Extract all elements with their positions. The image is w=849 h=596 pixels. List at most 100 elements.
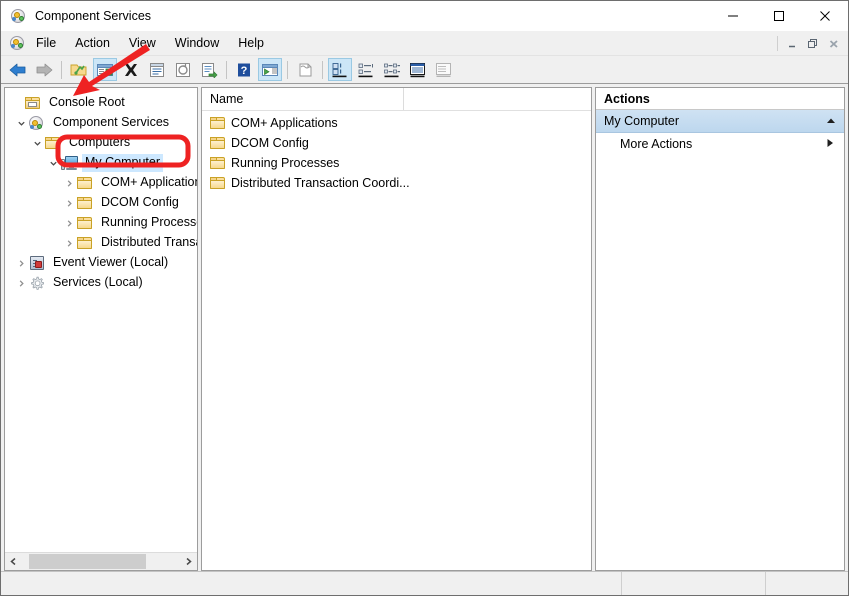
- minimize-button[interactable]: [710, 1, 756, 31]
- tree-node-services[interactable]: Services (Local): [5, 273, 197, 293]
- list-rows: COM+ Applications DCOM Config Running Pr…: [202, 111, 591, 570]
- expander-none: [9, 95, 25, 111]
- chevron-up-icon[interactable]: [826, 114, 836, 128]
- tree-node-label: DCOM Config: [101, 195, 179, 209]
- new-window-button[interactable]: [293, 58, 317, 81]
- tree-node-label: Distributed Transactio: [101, 235, 197, 249]
- component-services-icon: [10, 8, 27, 25]
- mdi-restore-button[interactable]: [803, 34, 823, 53]
- chevron-right-icon[interactable]: [13, 255, 29, 271]
- toolbar-separator-4: [322, 60, 323, 79]
- submenu-arrow-icon[interactable]: [826, 137, 834, 151]
- folder-icon: [77, 195, 94, 211]
- chevron-down-icon[interactable]: [13, 115, 29, 131]
- tree-node-console-root[interactable]: Console Root: [5, 93, 197, 113]
- tree-node-label: Computers: [69, 135, 131, 149]
- svg-text:?: ?: [241, 65, 248, 77]
- menu-item-action[interactable]: Action: [66, 33, 119, 54]
- component-services-icon: [29, 115, 46, 131]
- tree-node-distributed-transaction-coordinator[interactable]: Distributed Transactio: [5, 233, 197, 253]
- my-computer-icon: [61, 155, 78, 171]
- delete-button[interactable]: [119, 58, 143, 81]
- actions-item-more-actions[interactable]: More Actions: [596, 133, 844, 155]
- event-viewer-icon: [29, 255, 46, 271]
- tree-node-dcom-config[interactable]: DCOM Config: [5, 193, 197, 213]
- tree-node-label: My Computer: [82, 154, 164, 172]
- menu-item-view[interactable]: View: [120, 33, 165, 54]
- list-item-label: DCOM Config: [231, 136, 309, 150]
- back-button[interactable]: [6, 58, 30, 81]
- scroll-left-icon[interactable]: [5, 553, 22, 570]
- chevron-right-icon[interactable]: [13, 275, 29, 291]
- mdi-minimize-button[interactable]: [782, 34, 802, 53]
- refresh-button[interactable]: [171, 58, 195, 81]
- show-hide-action-pane-button[interactable]: [258, 58, 282, 81]
- list-item-com-plus-applications[interactable]: COM+ Applications: [202, 113, 591, 133]
- main-content-area: Console Root Component Services Computer…: [1, 84, 848, 571]
- view-large-icons-button[interactable]: [328, 58, 352, 81]
- list-item-running-processes[interactable]: Running Processes: [202, 153, 591, 173]
- actions-group-my-computer[interactable]: My Computer: [596, 110, 844, 133]
- close-button[interactable]: [802, 1, 848, 31]
- mdi-separator: [777, 36, 778, 51]
- chevron-right-icon[interactable]: [61, 215, 77, 231]
- services-gear-icon: [29, 275, 46, 291]
- tree-horizontal-scrollbar[interactable]: [5, 552, 197, 570]
- scrollbar-track[interactable]: [22, 553, 180, 570]
- chevron-down-icon[interactable]: [45, 155, 61, 171]
- list-item-dcom-config[interactable]: DCOM Config: [202, 133, 591, 153]
- tree-node-event-viewer[interactable]: Event Viewer (Local): [5, 253, 197, 273]
- status-cell-3: [766, 572, 848, 595]
- tree-node-computers[interactable]: Computers: [5, 133, 197, 153]
- tree-node-running-processes[interactable]: Running Processes: [5, 213, 197, 233]
- list-item-label: Running Processes: [231, 156, 340, 170]
- toolbar-separator-1: [61, 60, 62, 79]
- chevron-right-icon[interactable]: [61, 195, 77, 211]
- console-tree-pane: Console Root Component Services Computer…: [4, 87, 198, 571]
- mdi-window-controls: [774, 34, 844, 53]
- menu-item-help[interactable]: Help: [229, 33, 273, 54]
- chevron-right-icon[interactable]: [61, 175, 77, 191]
- view-list-button[interactable]: [380, 58, 404, 81]
- toolbar-separator-2: [226, 60, 227, 79]
- view-detail-button[interactable]: [406, 58, 430, 81]
- actions-pane-title: Actions: [596, 88, 844, 110]
- tree-node-component-services[interactable]: Component Services: [5, 113, 197, 133]
- console-root-folder-icon: [25, 95, 42, 111]
- view-status-button[interactable]: [432, 58, 456, 81]
- console-tree: Console Root Component Services Computer…: [5, 88, 197, 552]
- details-list-pane: Name COM+ Applications DCOM Config Runni…: [201, 87, 592, 571]
- list-item-distributed-transaction-coordinator[interactable]: Distributed Transaction Coordi...: [202, 173, 591, 193]
- list-column-header: Name: [202, 88, 591, 111]
- component-services-icon: [9, 35, 26, 52]
- tree-node-my-computer[interactable]: My Computer: [5, 153, 197, 173]
- status-cell-1: [1, 572, 622, 595]
- tree-node-com-plus-applications[interactable]: COM+ Applications: [5, 173, 197, 193]
- folder-icon: [210, 115, 227, 131]
- menu-item-window[interactable]: Window: [166, 33, 228, 54]
- mdi-close-button[interactable]: [824, 34, 844, 53]
- menu-item-file[interactable]: File: [27, 33, 65, 54]
- maximize-button[interactable]: [756, 1, 802, 31]
- window-controls: [710, 1, 848, 31]
- forward-button[interactable]: [32, 58, 56, 81]
- actions-group-label: My Computer: [604, 114, 680, 128]
- tree-node-label: COM+ Applications: [101, 175, 197, 189]
- properties-button[interactable]: [145, 58, 169, 81]
- show-hide-console-tree-button[interactable]: [93, 58, 117, 81]
- help-button[interactable]: ?: [232, 58, 256, 81]
- menu-bar: File Action View Window Help: [1, 31, 848, 56]
- export-list-button[interactable]: [197, 58, 221, 81]
- column-header-name[interactable]: Name: [202, 88, 404, 110]
- scrollbar-thumb[interactable]: [29, 554, 146, 569]
- chevron-right-icon[interactable]: [61, 235, 77, 251]
- scroll-right-icon[interactable]: [180, 553, 197, 570]
- up-one-level-button[interactable]: [67, 58, 91, 81]
- actions-item-label: More Actions: [620, 137, 693, 151]
- status-bar: [1, 571, 848, 595]
- tree-node-label: Component Services: [53, 115, 170, 129]
- chevron-down-icon[interactable]: [29, 135, 45, 151]
- folder-icon: [77, 215, 94, 231]
- tree-node-label: Event Viewer (Local): [53, 255, 169, 269]
- view-small-icons-button[interactable]: [354, 58, 378, 81]
